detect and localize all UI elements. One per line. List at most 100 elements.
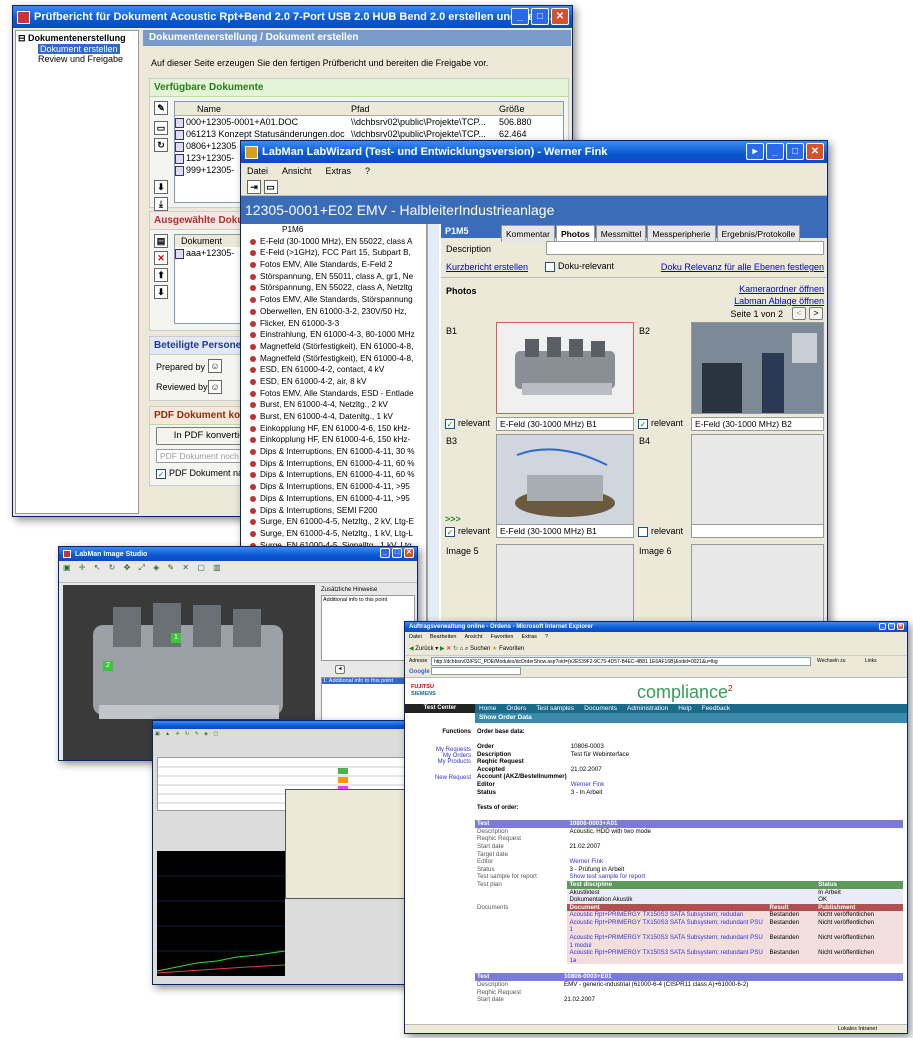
menu-item[interactable]: Favoriten xyxy=(491,634,514,640)
tree-item[interactable]: Einstrahlung, EN 61000-4-3, 80-1000 MHz xyxy=(242,329,426,341)
wechseln-button[interactable]: Wechseln zu xyxy=(817,656,846,667)
table-row[interactable]: 061213 Konzept Statusänderungen.doc \\dch… xyxy=(175,128,563,140)
menu-item[interactable]: ? xyxy=(365,166,370,176)
tree-item[interactable]: Einkopplung HF, EN 61000-4-6, 150 kHz- xyxy=(242,423,426,435)
minimize-button[interactable]: _ xyxy=(511,8,529,25)
nav-home[interactable]: Home xyxy=(479,705,496,712)
description-field[interactable] xyxy=(546,241,824,255)
nav-feedback[interactable]: Feedback xyxy=(702,705,731,712)
tab-kommentar[interactable]: Kommentar xyxy=(501,225,555,242)
refresh-icon[interactable]: ↻ xyxy=(154,138,168,152)
tree-item[interactable]: Fotos EMV, Alle Standards, ESD - Entlade xyxy=(242,388,426,400)
pruefbericht-titlebar[interactable]: Prüfbericht für Dokument Acoustic Rpt+Be… xyxy=(13,6,572,28)
tree-item[interactable]: ESD, EN 61000-4-2, contact, 4 kV xyxy=(242,364,426,376)
arrow-bottom-icon[interactable]: ⤓ xyxy=(154,197,168,211)
caption-b4[interactable] xyxy=(691,524,824,538)
checkbox[interactable]: ✓ xyxy=(445,526,455,537)
kameraordner-link[interactable]: Kameraordner öffnen xyxy=(739,284,824,294)
col-name[interactable]: Name xyxy=(197,102,221,115)
tree-item[interactable]: Magnetfeld (Störfestigkeit), EN 61000-4-… xyxy=(242,353,426,365)
menu-item[interactable]: Ansicht xyxy=(464,634,482,640)
tree-item[interactable]: P1M6 xyxy=(242,224,426,236)
nav-orders[interactable]: Orders xyxy=(506,705,526,712)
tree-item[interactable]: Störspannung, EN 55011, class A, gr1, Ne xyxy=(242,271,426,283)
relevant-b1[interactable]: ✓ relevant xyxy=(445,418,490,429)
move-up-icon[interactable]: ⬆ xyxy=(154,268,168,282)
doku-relevanz-link[interactable]: Doku Relevanz für alle Ebenen festlegen xyxy=(661,262,824,272)
nav-help[interactable]: Help xyxy=(678,705,691,712)
minimize-button[interactable]: _ xyxy=(380,548,390,558)
arrow-down-icon[interactable]: ⬇ xyxy=(154,180,168,194)
col-groesse[interactable]: Größe xyxy=(499,102,525,115)
menu-item[interactable]: Datei xyxy=(409,634,422,640)
checkbox[interactable]: ✓ xyxy=(638,418,648,429)
tree-item[interactable]: Störspannung, EN 55022, class A, Netzltg xyxy=(242,282,426,294)
menu-item[interactable]: ? xyxy=(545,634,548,640)
table-row[interactable]: Acoustic Rpt+PRIMERGY TX150S3 SATA Subsy… xyxy=(475,949,903,965)
marker-2[interactable]: 2 xyxy=(103,661,113,671)
tree-item-review[interactable]: Review und Freigabe xyxy=(18,54,136,64)
refresh-icon[interactable]: ↻ xyxy=(453,646,458,652)
nav-documents[interactable]: Documents xyxy=(584,705,617,712)
tree-item[interactable]: Dips & Interruptions, SEMI F200 xyxy=(242,505,426,517)
maximize-button[interactable]: □ xyxy=(786,143,804,160)
move-down-icon[interactable]: ⬇ xyxy=(154,285,168,299)
tree-item[interactable]: Surge, EN 61000-4-5, Netzltg., 1 kV, Ltg… xyxy=(242,528,426,540)
favorites-icon[interactable]: ★ xyxy=(492,646,497,652)
photo-b1[interactable] xyxy=(496,322,634,414)
save-icon[interactable]: ▣ xyxy=(63,563,74,572)
tree-item[interactable]: Burst, EN 61000-4-4, Datenltg., 1 kV xyxy=(242,411,426,423)
menu-item[interactable]: Ansicht xyxy=(282,166,312,176)
tree-item-dokument-erstellen[interactable]: Dokument erstellen xyxy=(18,44,136,54)
remove-icon[interactable]: ✕ xyxy=(154,251,168,265)
maximize-button[interactable]: □ xyxy=(392,548,402,558)
address-field[interactable]: http://dchbsrv03/FSC_PDE/Modules/dcOrder… xyxy=(431,657,811,666)
tree-root[interactable]: ⊟ Dokumentenerstellung xyxy=(18,33,136,44)
hint-textbox[interactable]: Additional info to this point xyxy=(321,595,415,661)
table-row[interactable]: Acoustic Rpt+PRIMERGY TX150S3 SATA Subsy… xyxy=(475,911,903,919)
menu-item[interactable]: Datei xyxy=(247,166,268,176)
doku-relevant-check[interactable]: Doku-relevant xyxy=(545,261,614,272)
close-button[interactable]: ✕ xyxy=(404,548,414,558)
prev-page-button[interactable]: < xyxy=(792,307,806,320)
relevant-b2[interactable]: ✓ relevant xyxy=(638,418,683,429)
tree-item[interactable]: Oberwellen, EN 61000-3-2, 230V/50 Hz, xyxy=(242,306,426,318)
photo-b3[interactable] xyxy=(496,434,634,526)
tree-item[interactable]: Flicker, EN 61000-3-3 xyxy=(242,318,426,330)
tree-item[interactable]: Burst, EN 61000-4-4, Netzltg., 2 kV xyxy=(242,399,426,411)
edit-icon[interactable]: ✎ xyxy=(154,101,168,115)
tree-item[interactable]: Dips & Interruptions, EN 61000-4-11, >95 xyxy=(242,481,426,493)
tree-item[interactable]: Einkopplung HF, EN 61000-4-6, 150 kHz- xyxy=(242,434,426,446)
tree-item[interactable]: Dips & Interruptions, EN 61000-4-11, 30 … xyxy=(242,446,426,458)
photo-image5[interactable] xyxy=(496,544,634,629)
my-products-link[interactable]: My Products xyxy=(405,759,471,765)
tree-scrollbar[interactable] xyxy=(427,224,439,629)
photo-image6[interactable] xyxy=(691,544,824,629)
links-label[interactable]: Links xyxy=(865,656,877,667)
next-page-button[interactable]: > xyxy=(809,307,823,320)
checkbox[interactable]: ✓ xyxy=(156,468,166,479)
maximize-button[interactable]: □ xyxy=(888,623,895,630)
table-row[interactable]: Acoustic Rpt+PRIMERGY TX150S3 SATA Subsy… xyxy=(475,918,903,935)
stop-icon[interactable]: ✕ xyxy=(446,646,451,652)
minimize-button[interactable]: _ xyxy=(766,143,784,160)
relevant-b4[interactable]: relevant xyxy=(638,526,683,537)
tree-item[interactable]: Surge, EN 61000-4-5, Netzltg., 2 kV, Ltg… xyxy=(242,516,426,528)
ablage-link[interactable]: Labman Ablage öffnen xyxy=(734,296,824,306)
checkbox[interactable] xyxy=(638,526,648,537)
list-nav-button[interactable]: ◂ xyxy=(335,665,345,674)
tree-item[interactable]: ESD, EN 61000-4-2, air, 8 kV xyxy=(242,376,426,388)
exit-icon[interactable]: ⇥ xyxy=(247,180,261,194)
tree-item[interactable]: Dips & Interruptions, EN 61000-4-11, >95 xyxy=(242,493,426,505)
folder-icon[interactable]: ▭ xyxy=(154,121,168,135)
caption-b3[interactable]: E-Feld (30-1000 MHz) B1 xyxy=(496,524,634,538)
tab-messmittel[interactable]: Messmittel xyxy=(595,225,647,242)
close-button[interactable]: ✕ xyxy=(551,8,569,25)
studio-titlebar[interactable]: LabMan Image Studio xyxy=(59,547,417,561)
forward-button[interactable]: ▶ xyxy=(440,646,445,652)
measurement-titlebar[interactable] xyxy=(153,721,421,729)
new-request-link[interactable]: New Request xyxy=(405,775,471,781)
search-icon[interactable]: ⌕ xyxy=(465,646,468,652)
tree-item[interactable]: Magnetfeld (Störfestigkeit), EN 61000-4-… xyxy=(242,341,426,353)
minimize-button[interactable]: _ xyxy=(879,623,886,630)
